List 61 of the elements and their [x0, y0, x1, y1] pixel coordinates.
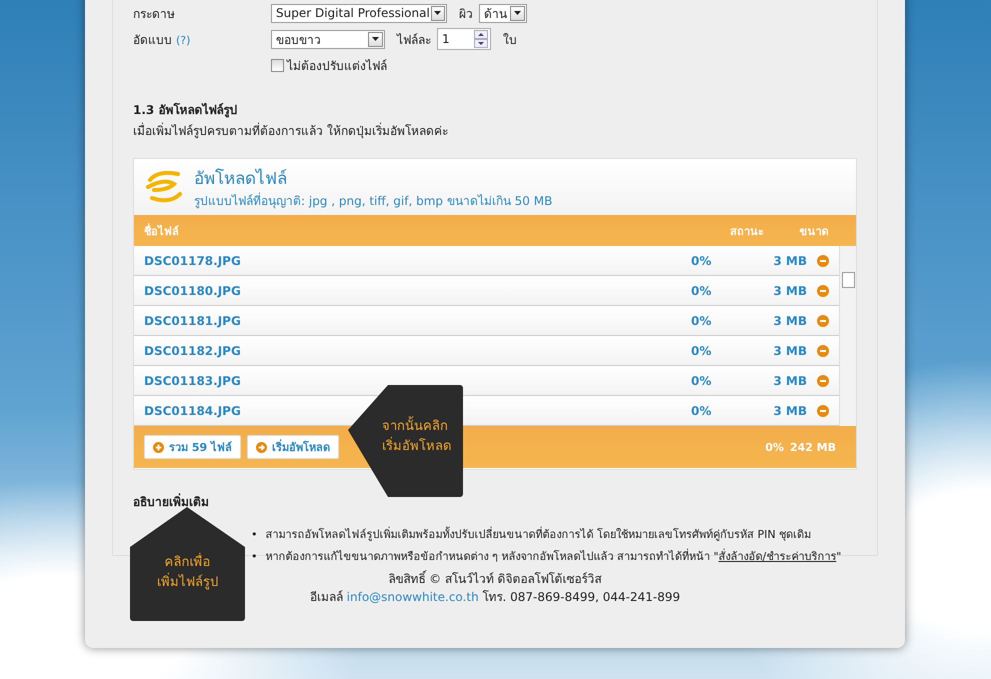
- instruction-text: เมื่อเพิ่มไฟล์รูปครบตามที่ต้องการแล้ว ให้กดปุ่มเริ่มอัพโหลดค่ะ: [133, 122, 449, 140]
- field-label: กระดาษ: [133, 6, 176, 22]
- file-name: DSC01178.JPG: [144, 254, 242, 268]
- note-item: สามารถอัพโหลดไฟล์รูปเพิ่มเติมพร้อมทั้งปรับเปลี่ยนขนาดที่ต้องการได้ โดยใช้หมายเลขโทรศัพท์คู่กับรหัส PIN ชุดเดิม: [266, 526, 812, 543]
- field-label: ไฟล์ละ: [397, 32, 431, 48]
- file-name: DSC01180.JPG: [144, 284, 242, 298]
- field-label: ใบ: [503, 32, 517, 48]
- upload-title: อัพโหลดไฟล์: [194, 168, 288, 191]
- quantity-input[interactable]: 1: [437, 28, 491, 50]
- print-style-select[interactable]: ขอบขาว: [271, 30, 385, 48]
- plus-icon: [153, 442, 164, 452]
- scrollbar[interactable]: [839, 246, 856, 426]
- section-title: 1.3 อัพโหลดไฟล์รูป: [133, 102, 238, 119]
- remove-icon[interactable]: [817, 254, 829, 266]
- add-files-button[interactable]: รวม 59 ไฟล์: [144, 435, 241, 459]
- upload-status: 0%: [691, 314, 712, 328]
- total-status: 0%: [765, 440, 784, 454]
- paper-select[interactable]: Super Digital Professional: [271, 4, 447, 22]
- upload-status: 0%: [691, 254, 712, 268]
- note-item: หากต้องการแก้ไขขนาดภาพหรือข้อกำหนดต่าง ๆ หลังจากอัพโหลดไปแล้ว สามารถทำได้ที่หน้า "สั่งล้างอัด/ชำระค่าบริการ": [266, 548, 842, 565]
- upload-status: 0%: [691, 284, 712, 298]
- upload-status: 0%: [691, 374, 712, 388]
- remove-icon[interactable]: [817, 284, 829, 296]
- checkbox-label: ไม่ต้องปรับแต่งไฟล์: [287, 58, 387, 74]
- arrow-right-icon: [256, 442, 267, 452]
- file-size: 3 MB: [772, 254, 807, 268]
- column-header: ขนาด: [798, 224, 830, 240]
- copyright-text: ลิขสิทธิ์ © สโนว์ไวท์ ดิจิตอลโฟโต้เซอร์วิส: [388, 572, 602, 586]
- file-size: 3 MB: [772, 404, 807, 418]
- caret-icon: [434, 11, 442, 15]
- upload-status: 0%: [691, 404, 712, 418]
- email-label: อีเมลล์: [310, 590, 343, 604]
- spinner-arrows-icon[interactable]: [474, 30, 488, 48]
- file-size: 3 MB: [772, 374, 807, 388]
- file-name: DSC01184.JPG: [144, 404, 242, 418]
- file-name: DSC01183.JPG: [144, 374, 242, 388]
- remove-icon[interactable]: [817, 344, 829, 356]
- file-name: DSC01182.JPG: [144, 344, 242, 358]
- remove-icon[interactable]: [817, 314, 829, 326]
- start-upload-button[interactable]: เริ่มอัพโหลด: [246, 435, 339, 459]
- remove-icon[interactable]: [817, 404, 829, 416]
- file-name: DSC01181.JPG: [144, 314, 242, 328]
- file-size: 3 MB: [772, 284, 807, 298]
- total-size: 242 MB: [790, 440, 836, 454]
- checkbox[interactable]: [271, 58, 284, 72]
- caret-icon: [514, 11, 521, 15]
- phone-text: โทร. 087-869-8499, 044-241-899: [482, 590, 680, 604]
- surface-select[interactable]: ด้าน: [479, 4, 527, 22]
- payment-page-link[interactable]: สั่งล้างอัด/ชำระค่าบริการ: [718, 550, 836, 563]
- upload-status: 0%: [691, 344, 712, 358]
- file-size: 3 MB: [772, 314, 807, 328]
- file-size: 3 MB: [772, 344, 807, 358]
- bullet-mark: •: [251, 549, 258, 565]
- field-label: ผิว: [459, 6, 473, 22]
- field-label: อัดแบบ: [133, 32, 172, 46]
- column-header: สถานะ: [730, 224, 765, 240]
- column-header: ชื่อไฟล์: [144, 222, 180, 240]
- caret-icon: [372, 37, 379, 41]
- remove-icon[interactable]: [817, 374, 829, 386]
- bullet-mark: •: [251, 527, 258, 543]
- allowed-formats-text: รูปแบบไฟล์ที่อนุญาติ: jpg , png, tiff, gif, bmp ขนาดไม่เกิน 50 MB: [194, 192, 552, 210]
